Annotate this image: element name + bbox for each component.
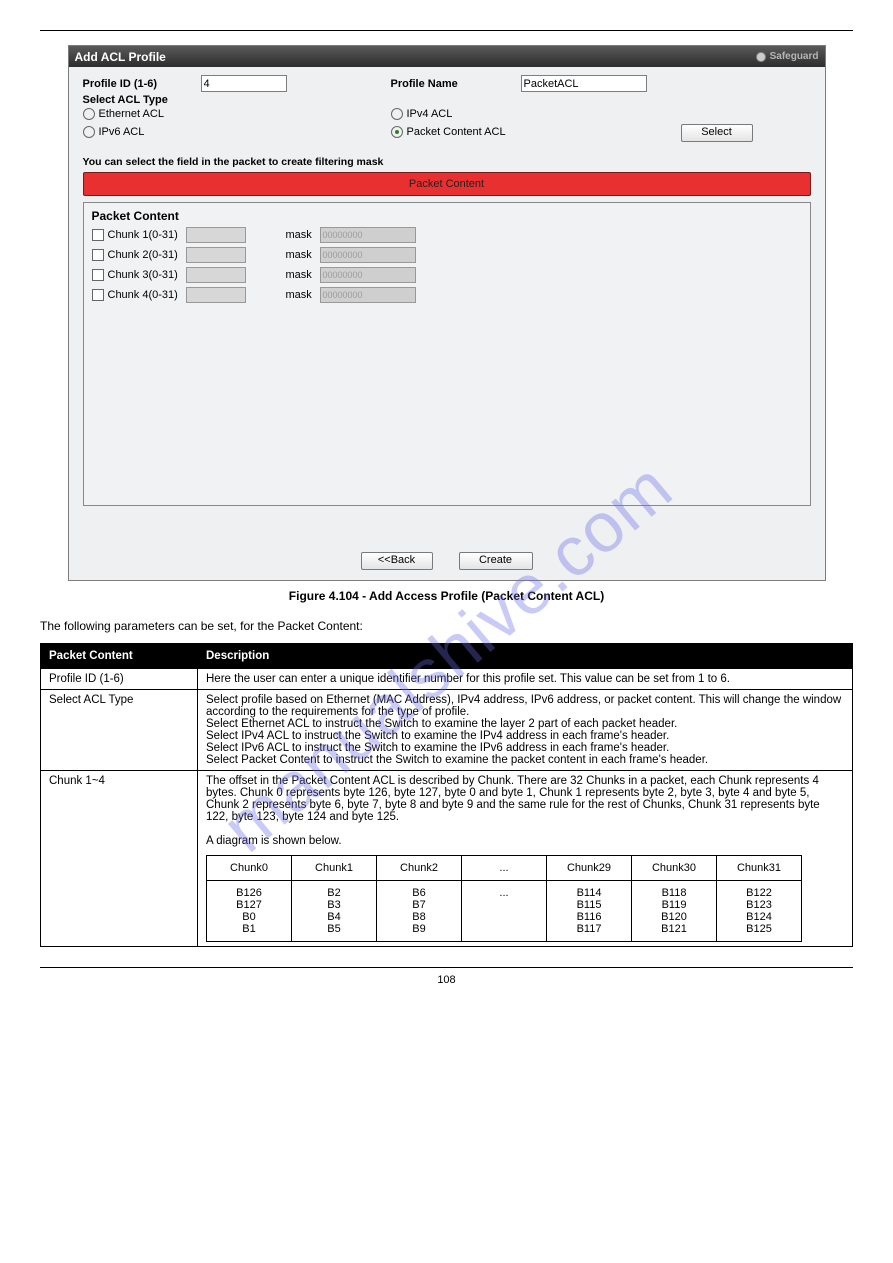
chunk-col-2: Chunk2 xyxy=(377,856,462,881)
profile-id-input[interactable] xyxy=(201,75,287,92)
chunk-3-value-input[interactable] xyxy=(186,267,246,283)
rule-bottom xyxy=(40,967,853,968)
chunk-4-label: Chunk 4(0-31) xyxy=(108,289,186,301)
chunk-3-checkbox[interactable] xyxy=(92,269,104,281)
radio-ethernet-label: Ethernet ACL xyxy=(99,108,164,120)
chunk-2-checkbox[interactable] xyxy=(92,249,104,261)
chunk-diagram-header-row: Chunk0 Chunk1 Chunk2 ... Chunk29 Chunk30… xyxy=(207,856,802,881)
chunk-cell-6: B122 B123 B124 B125 xyxy=(717,881,802,942)
chunk-row-3: Chunk 3(0-31) mask 00000000 xyxy=(92,267,802,283)
config-row-chunk: Chunk 1~4 The offset in the Packet Conte… xyxy=(41,771,853,947)
safeguard-indicator: Safeguard xyxy=(756,51,819,62)
chunk-2-mask-input[interactable]: 00000000 xyxy=(320,247,416,263)
profile-id-label: Profile ID (1-6) xyxy=(83,78,201,90)
panel-title: Add ACL Profile xyxy=(75,50,166,64)
rule-top xyxy=(40,30,853,31)
chunk-col-1: Chunk1 xyxy=(292,856,377,881)
chunk-3-mask-input[interactable]: 00000000 xyxy=(320,267,416,283)
chunk-1-label: Chunk 1(0-31) xyxy=(108,229,186,241)
cfg-chunk-desc: The offset in the Packet Content ACL is … xyxy=(206,775,844,847)
screenshot-panel: Add ACL Profile Safeguard Profile ID (1-… xyxy=(68,45,826,581)
radio-ipv6[interactable]: IPv6 ACL xyxy=(83,126,391,138)
cfg-chunk-label: Chunk 1~4 xyxy=(41,771,198,947)
profile-name-input[interactable] xyxy=(521,75,647,92)
config-table: Packet Content Description Profile ID (1… xyxy=(40,643,853,947)
chunk-diagram-data-row: B126 B127 B0 B1 B2 B3 B4 B5 B6 B7 B8 B9 … xyxy=(207,881,802,942)
safeguard-icon xyxy=(756,52,766,62)
chunk-cell-4: B114 B115 B116 B117 xyxy=(547,881,632,942)
chunk-1-checkbox[interactable] xyxy=(92,229,104,241)
chunk-4-value-input[interactable] xyxy=(186,287,246,303)
radio-packet[interactable]: Packet Content ACL xyxy=(391,126,591,138)
radio-packet-label: Packet Content ACL xyxy=(407,126,506,138)
chunk-cell-5: B118 B119 B120 B121 xyxy=(632,881,717,942)
packet-content-band-label: Packet Content xyxy=(409,178,484,190)
config-row-profileid: Profile ID (1-6) Here the user can enter… xyxy=(41,669,853,690)
chunk-row-1: Chunk 1(0-31) mask 00000000 xyxy=(92,227,802,243)
back-button[interactable]: <<Back xyxy=(361,552,433,570)
cfg-profileid-desc: Here the user can enter a unique identif… xyxy=(198,669,853,690)
chunk-col-4: Chunk29 xyxy=(547,856,632,881)
chunk-col-3: ... xyxy=(462,856,547,881)
select-button[interactable]: Select xyxy=(681,124,753,142)
radio-ipv4[interactable]: IPv4 ACL xyxy=(391,108,591,120)
radio-ipv4-label: IPv4 ACL xyxy=(407,108,453,120)
chunk-3-mask-label: mask xyxy=(286,269,320,281)
cfg-chunk-desc-cell: The offset in the Packet Content ACL is … xyxy=(198,771,853,947)
chunk-4-mask-input[interactable]: 00000000 xyxy=(320,287,416,303)
create-button[interactable]: Create xyxy=(459,552,533,570)
radio-icon xyxy=(83,126,95,138)
radio-ipv6-label: IPv6 ACL xyxy=(99,126,145,138)
figure-caption: Figure 4.104 - Add Access Profile (Packe… xyxy=(40,589,853,603)
intro-paragraph: The following parameters can be set, for… xyxy=(40,619,853,633)
chunk-1-mask-input[interactable]: 00000000 xyxy=(320,227,416,243)
radio-icon xyxy=(391,108,403,120)
chunk-diagram-table: Chunk0 Chunk1 Chunk2 ... Chunk29 Chunk30… xyxy=(206,855,802,942)
chunk-cell-3: ... xyxy=(462,881,547,942)
chunk-col-0: Chunk0 xyxy=(207,856,292,881)
safeguard-label: Safeguard xyxy=(770,51,819,62)
chunk-row-2: Chunk 2(0-31) mask 00000000 xyxy=(92,247,802,263)
chunk-2-value-input[interactable] xyxy=(186,247,246,263)
radio-ethernet[interactable]: Ethernet ACL xyxy=(83,108,391,120)
chunk-3-label: Chunk 3(0-31) xyxy=(108,269,186,281)
chunk-1-mask-label: mask xyxy=(286,229,320,241)
form-top: Profile ID (1-6) Profile Name Select ACL… xyxy=(69,67,825,150)
chunk-1-value-input[interactable] xyxy=(186,227,246,243)
instruction-text: You can select the field in the packet t… xyxy=(83,156,825,168)
config-header-row: Packet Content Description xyxy=(41,644,853,669)
config-row-acltype: Select ACL Type Select profile based on … xyxy=(41,690,853,771)
packet-content-header: Packet Content xyxy=(92,209,802,223)
cfg-acltype-desc: Select profile based on Ethernet (MAC Ad… xyxy=(198,690,853,771)
chunk-cell-2: B6 B7 B8 B9 xyxy=(377,881,462,942)
page-number: 108 xyxy=(40,974,853,986)
select-acl-type-label: Select ACL Type xyxy=(83,94,168,106)
profile-name-label: Profile Name xyxy=(391,78,521,90)
config-header-left: Packet Content xyxy=(41,644,198,669)
page: Add ACL Profile Safeguard Profile ID (1-… xyxy=(0,0,893,1263)
packet-content-box: Packet Content Chunk 1(0-31) mask 000000… xyxy=(83,202,811,506)
config-header-right: Description xyxy=(198,644,853,669)
chunk-col-6: Chunk31 xyxy=(717,856,802,881)
radio-icon xyxy=(391,126,403,138)
chunk-row-4: Chunk 4(0-31) mask 00000000 xyxy=(92,287,802,303)
packet-content-band: Packet Content xyxy=(83,172,811,196)
chunk-2-label: Chunk 2(0-31) xyxy=(108,249,186,261)
chunk-2-mask-label: mask xyxy=(286,249,320,261)
cfg-acltype-label: Select ACL Type xyxy=(41,690,198,771)
chunk-4-checkbox[interactable] xyxy=(92,289,104,301)
radio-icon xyxy=(83,108,95,120)
chunk-4-mask-label: mask xyxy=(286,289,320,301)
chunk-cell-0: B126 B127 B0 B1 xyxy=(207,881,292,942)
panel-titlebar: Add ACL Profile Safeguard xyxy=(69,46,825,67)
chunk-cell-1: B2 B3 B4 B5 xyxy=(292,881,377,942)
chunk-col-5: Chunk30 xyxy=(632,856,717,881)
button-row: <<Back Create xyxy=(69,506,825,580)
cfg-profileid-label: Profile ID (1-6) xyxy=(41,669,198,690)
